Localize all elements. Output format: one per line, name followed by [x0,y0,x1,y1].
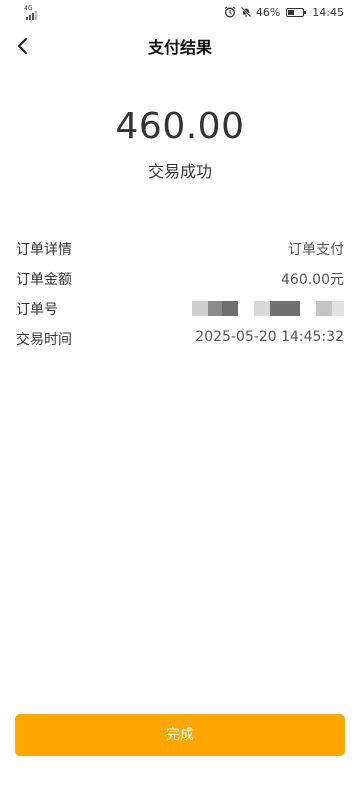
detail-label: 订单详情 [16,242,72,258]
clock: 14:45 [312,5,344,19]
detail-row-order-number: 订单号 [16,296,344,326]
signal-icon: 4G [24,5,44,20]
done-button[interactable]: 完成 [15,714,345,756]
transaction-status: 交易成功 [147,162,212,181]
detail-row-order-detail: 订单详情 订单支付 [16,236,344,266]
detail-label: 交易时间 [16,332,72,348]
battery-fill [288,9,295,15]
detail-value: 460.00元 [281,272,344,288]
page-title: 支付结果 [147,38,212,57]
order-number-redacted [184,299,344,317]
battery-icon [286,7,307,17]
detail-value: 2025-05-20 14:45:32 [195,329,344,345]
detail-label: 订单金额 [16,272,72,288]
status-bar: 4G 46% 14:45 [0,0,360,24]
payment-result-page: 4G 46% 14:45 支付结果 460.00 交易成功 订单详情 订单支付 … [0,0,360,800]
title-bar: 支付结果 [0,28,360,64]
order-details: 订单详情 订单支付 订单金额 460.00元 订单号 交易时间 2025-05-… [16,236,344,356]
detail-row-order-amount: 订单金额 460.00元 [16,266,344,296]
detail-value: 订单支付 [288,242,344,258]
mute-icon [240,6,252,18]
alarm-icon [224,6,236,18]
detail-row-transaction-time: 交易时间 2025-05-20 14:45:32 [16,326,344,356]
battery-percent: 46% [255,5,281,19]
payment-amount: 460.00 [115,106,245,147]
detail-label: 订单号 [16,302,58,318]
